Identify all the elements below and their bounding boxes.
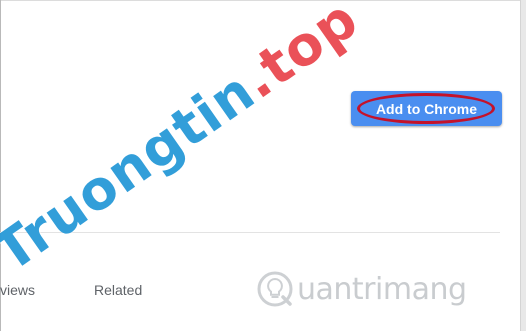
logo-text: uantrimang: [297, 271, 467, 307]
watermark-tld: top: [247, 0, 370, 99]
lightbulb-q-icon: [257, 271, 293, 307]
tab-reviews[interactable]: views: [0, 282, 35, 298]
add-to-chrome-button[interactable]: Add to Chrome: [351, 91, 502, 126]
top-border: [0, 0, 520, 1]
quantrimang-logo: uantrimang: [256, 266, 482, 312]
window-right-edge: [520, 0, 526, 331]
section-divider: [0, 232, 500, 233]
tab-related[interactable]: Related: [94, 282, 142, 298]
watermark-brand: Truongtin: [0, 59, 267, 285]
watermark-dot: .: [229, 46, 284, 111]
add-to-chrome-label: Add to Chrome: [375, 100, 478, 117]
watermark-truongtin: Truongtin.top: [0, 0, 369, 284]
